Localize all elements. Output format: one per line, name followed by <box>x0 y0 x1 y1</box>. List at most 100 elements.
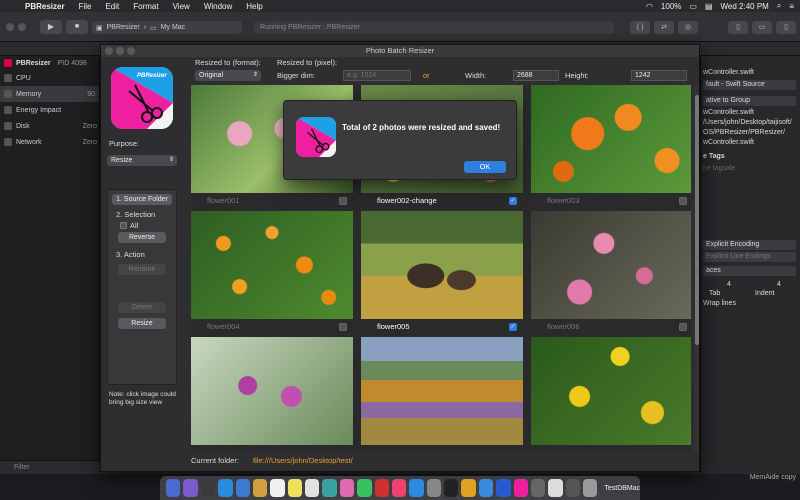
flag-icon[interactable]: ▤ <box>705 2 713 11</box>
photo-thumbnail[interactable] <box>531 337 691 445</box>
format-popup[interactable]: Original ⇕ <box>195 70 261 81</box>
gauge-network[interactable]: Network Zero <box>0 134 99 150</box>
search-icon[interactable]: ⌕ <box>777 1 781 11</box>
close-window-icon[interactable] <box>105 47 113 55</box>
photo-cell[interactable]: flower003 <box>531 85 691 209</box>
current-folder-path[interactable]: file:///Users/john/Desktop/test/ <box>253 456 353 465</box>
photos-icon[interactable] <box>339 479 355 497</box>
photo-cell[interactable]: flower005 ✓ <box>361 211 523 335</box>
music-icon[interactable] <box>391 479 407 497</box>
photo-checkbox[interactable]: ✓ <box>509 323 517 331</box>
process-row[interactable]: PBResizer PID 4098 <box>0 56 99 70</box>
location-popup[interactable]: ative to Group <box>703 96 796 106</box>
terminal-icon[interactable] <box>444 479 459 497</box>
code-review-button[interactable]: ⇄ <box>654 21 674 34</box>
delete-button[interactable]: Delete <box>118 302 166 313</box>
menu-view[interactable]: View <box>166 2 197 11</box>
notes-icon[interactable] <box>287 479 302 497</box>
scheme-selector[interactable]: ▣ PBResizer › ▭ My Mac <box>92 21 242 34</box>
photo-thumbnail[interactable] <box>191 337 353 445</box>
inspector-toggle-button[interactable]: ▯ <box>776 21 796 34</box>
menu-help[interactable]: Help <box>239 2 269 11</box>
debug-area-toggle-button[interactable]: ▭ <box>752 21 772 34</box>
gauge-energy[interactable]: Energy Impact <box>0 102 99 118</box>
bigger-dim-input[interactable]: e.g. 1024 <box>343 70 411 81</box>
assistant-button[interactable]: ◎ <box>678 21 698 34</box>
resize-button[interactable]: Resize <box>118 318 166 329</box>
mail-icon[interactable] <box>235 479 250 497</box>
menu-list-icon[interactable]: ≡ <box>789 2 794 11</box>
photo-cell[interactable]: flower006 <box>531 211 691 335</box>
gauge-memory[interactable]: Memory 90. <box>0 86 99 102</box>
photo-cell[interactable]: flower004 <box>191 211 353 335</box>
battery-icon[interactable]: ▭ <box>689 2 697 11</box>
folder-icon[interactable] <box>565 479 580 497</box>
indent-using-popup[interactable]: aces <box>703 266 796 276</box>
photo-thumbnail[interactable] <box>361 211 523 319</box>
grid-scrollbar[interactable] <box>695 85 699 451</box>
text-encoding-popup[interactable]: Explicit Encoding <box>703 240 796 250</box>
ok-button[interactable]: OK <box>464 161 506 173</box>
scrollbar-thumb[interactable] <box>695 95 699 345</box>
menu-window[interactable]: Window <box>197 2 239 11</box>
siri-icon[interactable] <box>183 479 198 497</box>
height-input[interactable]: 1242 <box>631 70 687 81</box>
file-type-popup[interactable]: fault - Swift Source <box>703 80 796 90</box>
textedit-icon[interactable] <box>548 479 563 497</box>
photo-thumbnail[interactable] <box>531 85 691 193</box>
minimize-window-icon[interactable] <box>116 47 124 55</box>
maps-icon[interactable] <box>322 479 337 497</box>
system-preferences-icon[interactable] <box>426 479 441 497</box>
photo-thumbnail[interactable] <box>531 211 691 319</box>
photo-checkbox[interactable] <box>339 197 347 205</box>
gauge-disk[interactable]: Disk Zero <box>0 118 99 134</box>
navigator-toggle-button[interactable]: ▯ <box>728 21 748 34</box>
calendar-icon[interactable] <box>270 479 285 497</box>
preview-icon[interactable] <box>530 479 546 497</box>
messages-icon[interactable] <box>357 479 372 497</box>
all-checkbox[interactable] <box>120 222 127 229</box>
reminders-icon[interactable] <box>305 479 320 497</box>
menu-edit[interactable]: Edit <box>98 2 126 11</box>
photo-checkbox[interactable] <box>339 323 347 331</box>
photo-cell[interactable] <box>191 337 353 451</box>
photo-cell[interactable] <box>361 337 523 451</box>
source-folder-button[interactable]: 1. Source Folder <box>112 194 172 205</box>
close-window-icon[interactable] <box>6 23 14 31</box>
photo-checkbox[interactable] <box>679 323 687 331</box>
photo-thumbnail[interactable] <box>191 211 353 319</box>
photo-checkbox[interactable]: ✓ <box>509 197 517 205</box>
tags-field[interactable]: ne tagsale <box>703 164 796 174</box>
reverse-button[interactable]: Reverse <box>118 232 166 243</box>
xcode-icon[interactable] <box>478 479 494 497</box>
photo-cell[interactable] <box>531 337 691 451</box>
stop-button[interactable]: ■ <box>66 20 88 34</box>
photo-checkbox[interactable] <box>679 197 687 205</box>
app-store-icon[interactable] <box>409 479 424 497</box>
contacts-icon[interactable] <box>252 479 268 497</box>
photo-thumbnail[interactable] <box>361 337 523 445</box>
wrap-lines-checkbox[interactable]: Wrap lines <box>703 299 796 309</box>
trash-icon[interactable] <box>583 479 598 497</box>
launchpad-icon[interactable] <box>200 479 216 497</box>
menu-file[interactable]: File <box>72 2 99 11</box>
menu-app-name[interactable]: PBResizer <box>18 2 72 11</box>
wifi-icon[interactable]: ◠ <box>646 2 653 11</box>
dbmac-icon[interactable] <box>496 479 511 497</box>
library-button[interactable]: { } <box>630 21 650 34</box>
window-titlebar[interactable]: Photo Batch Resizer <box>101 45 699 57</box>
chrome-icon[interactable] <box>461 479 476 497</box>
minimize-window-icon[interactable] <box>18 23 26 31</box>
battery-percent[interactable]: 100% <box>661 2 681 11</box>
pbresizer-dock-icon[interactable] <box>513 479 528 497</box>
news-icon[interactable] <box>374 479 389 497</box>
finder-icon[interactable] <box>166 479 181 497</box>
gauge-cpu[interactable]: CPU <box>0 70 99 86</box>
width-input[interactable]: 2688 <box>513 70 559 81</box>
rename-button[interactable]: Rename <box>118 264 166 275</box>
zoom-window-icon[interactable] <box>127 47 135 55</box>
purpose-popup[interactable]: Resize ⇕ <box>107 155 177 166</box>
line-endings-popup[interactable]: Explicit Line Endings <box>703 252 796 262</box>
safari-icon[interactable] <box>218 479 233 497</box>
menu-format[interactable]: Format <box>126 2 165 11</box>
